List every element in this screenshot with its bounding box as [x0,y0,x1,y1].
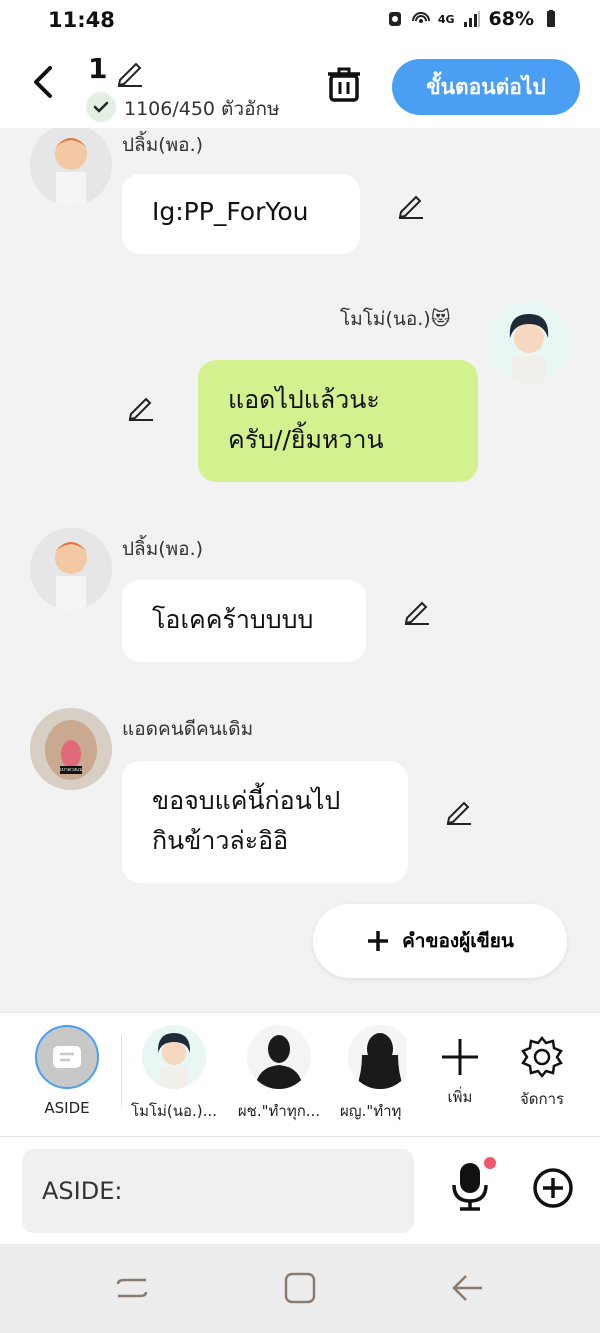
network-label: 4G [437,12,455,26]
avatar[interactable] [30,128,112,206]
edit-pencil-icon[interactable] [126,392,156,422]
character-momo[interactable]: โมโม่(นอ.)... [126,1025,222,1123]
character-male[interactable]: ผช."ทำทุก... [231,1025,327,1123]
gear-icon [521,1035,563,1079]
signal-icon [463,11,480,27]
avatar[interactable] [30,528,112,610]
status-icons: 4G 68% [386,8,560,30]
plus-icon [442,1039,478,1075]
aside-input[interactable] [22,1149,414,1233]
edit-pencil-icon[interactable] [402,596,432,626]
microphone-icon[interactable] [448,1161,492,1213]
manage-characters-button[interactable]: จัดการ [494,1025,590,1111]
episode-header: 1 1106/450 ตัวอักษ ขั้นตอนต่อไป [0,44,600,128]
edit-pencil-icon[interactable] [444,796,474,826]
character-label: จัดการ [519,1090,565,1108]
avatar [142,1025,206,1089]
sender-name: แอดคนดีคนเดิม [122,718,254,740]
aside-icon [35,1025,99,1089]
sender-name: ปลิ้ม(พอ.) [122,538,204,560]
message-bubble[interactable]: ขอจบแค่นี้ก่อนไป กินข้าวล่ะอิอิ [122,761,408,883]
back-arrow-icon[interactable] [28,62,62,102]
plus-icon [368,931,389,951]
edit-pencil-icon[interactable] [114,56,146,88]
battery-icon [547,10,555,27]
author-note-label: คำของผู้เขียน [402,930,514,952]
home-icon[interactable] [282,1270,318,1306]
character-label: โมโม่(นอ.)... [131,1102,217,1120]
sticker-text: เบาดวงแบน [60,767,82,773]
person-silhouette-icon [348,1025,406,1089]
status-time: 11:48 [48,8,115,32]
author-note-button[interactable]: คำของผู้เขียน [313,904,567,978]
message-text-line: ครับ//ยิ้มหวาน [228,425,384,454]
message-text-line: แอดไปแล้วนะ [228,385,380,414]
hotspot-icon [411,12,430,23]
battery-label: 68% [488,8,534,30]
message-bubble[interactable]: Ig:PP_ForYou [122,174,360,254]
message-text-line: ขอจบแค่นี้ก่อนไป [152,786,341,815]
sender-name: โมโม่(นอ.)😻 [340,308,451,330]
compose-bar [0,1136,600,1244]
system-nav-bar [0,1244,600,1333]
check-circle-icon [86,92,116,122]
episode-number: 1 [88,52,108,85]
notification-dot [484,1157,496,1169]
message-bubble[interactable]: แอดไปแล้วนะ ครับ//ยิ้มหวาน [198,360,478,482]
status-bar: 11:48 4G 68% [0,0,600,44]
next-step-button[interactable]: ขั้นตอนต่อไป [392,59,580,115]
recycle-icon [388,12,401,26]
message-text: โอเคคร้าบบบบ [152,605,314,634]
message-bubble[interactable]: โอเคคร้าบบบบ [122,580,366,662]
message-text: Ig:PP_ForYou [152,197,309,226]
trash-icon[interactable] [326,64,362,104]
chat-area[interactable]: ปลิ้ม(พอ.) Ig:PP_ForYou โมโม่(นอ.)😻 แอดไ… [0,128,600,1012]
back-icon[interactable] [450,1270,486,1306]
character-female[interactable]: ผญ."ทำทุ [336,1025,406,1123]
character-label: ASIDE [44,1099,90,1117]
character-bar: ASIDE โมโม่(นอ.)... ผช."ทำทุก... ผญ."ทำท… [0,1012,600,1136]
divider [121,1035,122,1107]
person-silhouette-icon [247,1025,311,1089]
recent-apps-icon[interactable] [114,1270,150,1306]
message-text-line: กินข้าวล่ะอิอิ [152,826,289,855]
character-aside[interactable]: ASIDE [19,1025,115,1117]
add-circle-icon[interactable] [532,1167,574,1209]
character-count: 1106/450 ตัวอักษ [124,98,280,120]
avatar[interactable] [488,302,570,384]
character-label: ผญ."ทำทุ [340,1102,402,1120]
avatar[interactable]: เบาดวงแบน [30,708,112,790]
sender-name: ปลิ้ม(พอ.) [122,134,204,156]
edit-pencil-icon[interactable] [396,190,426,220]
character-label: ผช."ทำทุก... [237,1102,321,1120]
